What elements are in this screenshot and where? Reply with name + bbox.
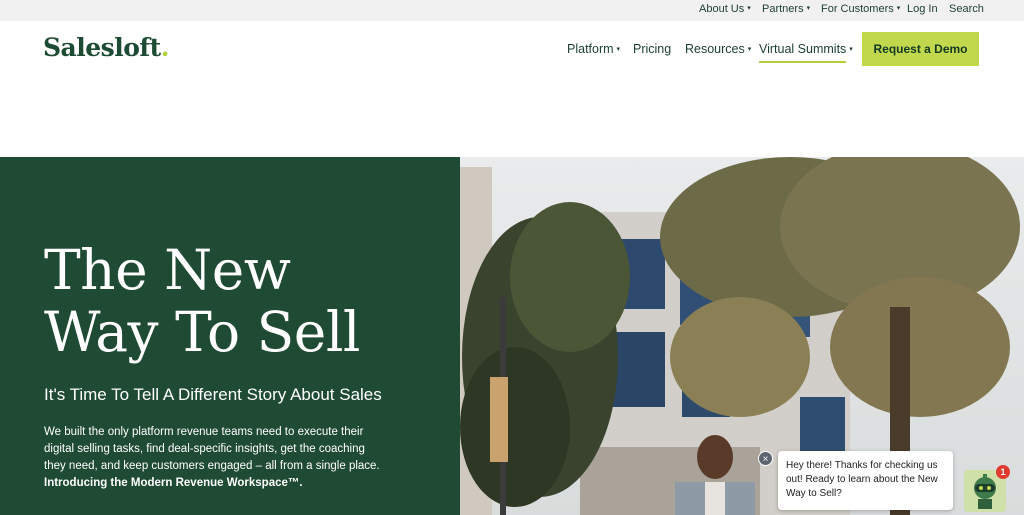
- salesloft-logo[interactable]: Salesloft.: [43, 33, 169, 62]
- nav-platform-label: Platform: [567, 42, 614, 56]
- nav-active-underline: [759, 61, 846, 63]
- hero-title-line-1: The New: [44, 238, 291, 302]
- utility-log-in[interactable]: Log In: [907, 3, 938, 15]
- nav-virtual-summits[interactable]: Virtual Summits ▾: [759, 42, 853, 56]
- nav-platform[interactable]: Platform ▾: [567, 42, 620, 56]
- hero-title-line-2: Way To Sell: [44, 300, 361, 364]
- chevron-down-icon: ▾: [616, 46, 621, 53]
- utility-bar: About Us ▾ Partners ▾ For Customers ▾ Log I…: [0, 0, 1024, 21]
- chat-notification-badge: 1: [996, 465, 1010, 479]
- nav-resources[interactable]: Resources ▾: [685, 42, 751, 56]
- chevron-down-icon: ▾: [849, 46, 853, 53]
- nav-virtual-summits-label: Virtual Summits: [759, 42, 847, 56]
- hero-body-text: We built the only platform revenue teams…: [44, 426, 380, 472]
- logo-text: Salesloft: [43, 33, 161, 62]
- request-demo-button[interactable]: Request a Demo: [862, 32, 979, 66]
- nav-pricing[interactable]: Pricing: [633, 42, 671, 56]
- hero-subtitle: It's Time To Tell A Different Story Abou…: [44, 385, 382, 404]
- chevron-down-icon: ▾: [806, 5, 811, 12]
- chevron-down-icon: ▾: [896, 5, 901, 12]
- utility-for-customers-label: For Customers: [821, 3, 894, 15]
- utility-search[interactable]: Search: [949, 3, 984, 15]
- chat-close-button[interactable]: ×: [758, 451, 773, 466]
- utility-partners[interactable]: Partners ▾: [762, 3, 810, 15]
- chat-message-bubble[interactable]: Hey there! Thanks for checking us out! R…: [778, 451, 953, 510]
- utility-about-us[interactable]: About Us ▾: [699, 3, 751, 15]
- close-icon: ×: [762, 454, 769, 465]
- nav-resources-label: Resources: [685, 42, 745, 56]
- logo-dot: .: [160, 33, 170, 62]
- chevron-down-icon: ▾: [747, 46, 752, 53]
- chevron-down-icon: ▾: [747, 5, 751, 12]
- utility-about-us-label: About Us: [699, 3, 745, 15]
- hero-body-bold: Introducing the Modern Revenue Workspace…: [44, 477, 303, 489]
- hero-title: The New Way To Sell: [44, 238, 361, 364]
- utility-for-customers[interactable]: For Customers ▾: [821, 3, 900, 15]
- utility-partners-label: Partners: [762, 3, 804, 15]
- hero-body: We built the only platform revenue teams…: [44, 424, 389, 492]
